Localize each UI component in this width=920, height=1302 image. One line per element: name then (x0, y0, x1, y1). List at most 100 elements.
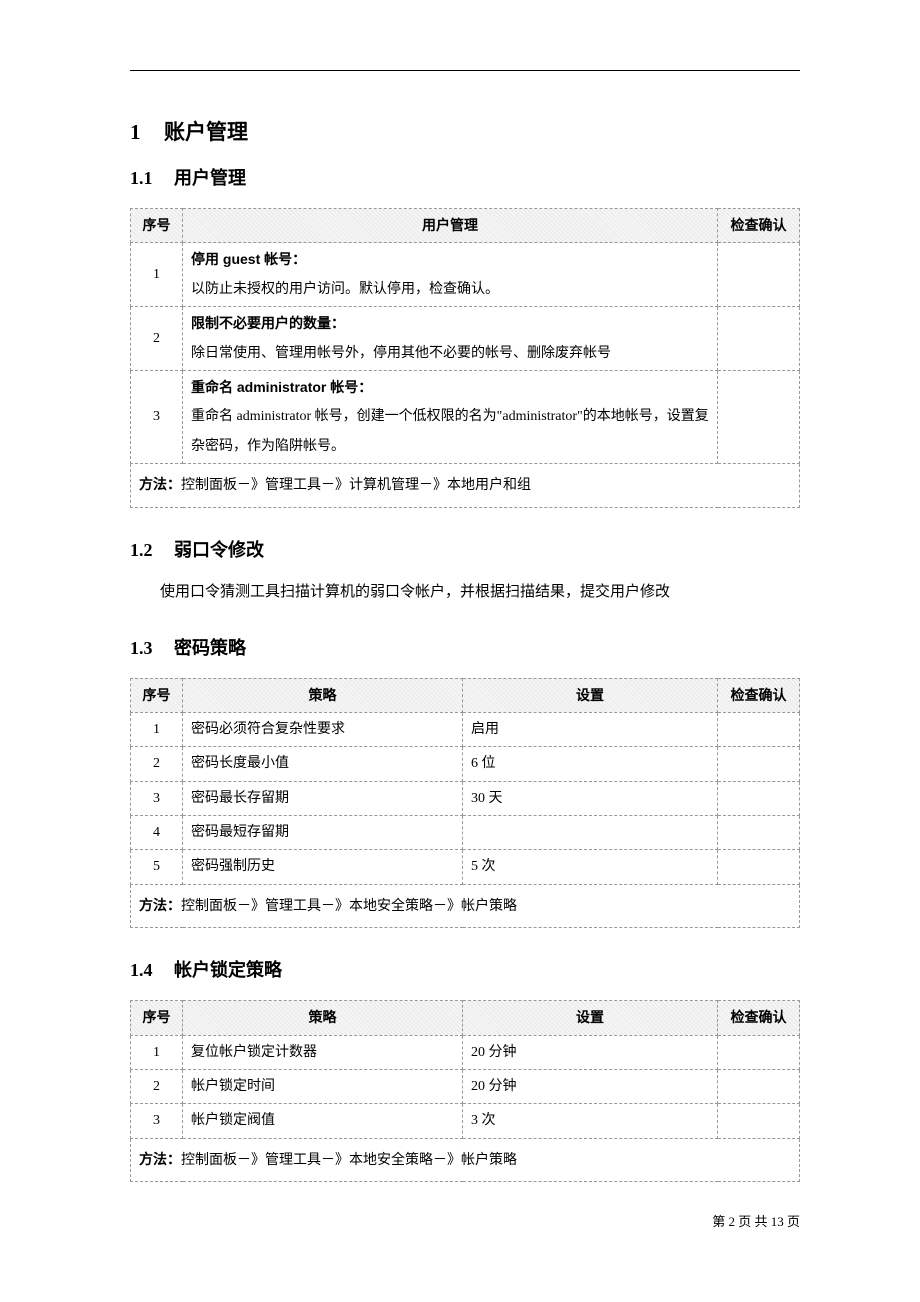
table-row: 1 停用 guest 帐号： 以防止未授权的用户访问。默认停用，检查确认。 (131, 243, 800, 307)
cell-setting: 启用 (463, 712, 718, 746)
method-text: 控制面板－》管理工具－》计算机管理－》本地用户和组 (181, 478, 531, 493)
cell-check (718, 1070, 800, 1104)
method-label: 方法： (139, 476, 181, 492)
heading-1-2-num: 1.2 (130, 540, 174, 561)
page-suffix: 页 (784, 1214, 800, 1229)
heading-1-1-title: 用户管理 (174, 168, 246, 188)
cell-setting: 3 次 (463, 1104, 718, 1138)
cell-check (718, 243, 800, 307)
th-setting: 设置 (463, 678, 718, 712)
method-text: 控制面板－》管理工具－》本地安全策略－》帐户策略 (181, 1153, 517, 1168)
page-number: 第 2 页 共 13 页 (712, 1211, 800, 1230)
heading-1-1: 1.1用户管理 (130, 164, 800, 190)
cell-check (718, 712, 800, 746)
cell-title: 停用 guest 帐号： (191, 245, 709, 274)
table-user-mgmt: 序号 用户管理 检查确认 1 停用 guest 帐号： 以防止未授权的用户访问。… (130, 208, 800, 508)
table-row: 3 重命名 administrator 帐号： 重命名 administrato… (131, 370, 800, 463)
cell-check (718, 850, 800, 884)
table-row: 2 限制不必要用户的数量： 除日常使用、管理用帐号外，停用其他不必要的帐号、删除… (131, 307, 800, 371)
cell-policy: 复位帐户锁定计数器 (183, 1035, 463, 1069)
cell-title: 重命名 administrator 帐号： (191, 373, 709, 402)
table-method-row: 方法：控制面板－》管理工具－》本地安全策略－》帐户策略 (131, 1138, 800, 1181)
cell-desc: 重命名 administrator 帐号： 重命名 administrator … (183, 370, 718, 463)
cell-check (718, 816, 800, 850)
heading-1-3-num: 1.3 (130, 638, 174, 659)
cell-no: 2 (131, 307, 183, 371)
heading-1-3: 1.3密码策略 (130, 634, 800, 660)
th-check: 检查确认 (718, 209, 800, 243)
cell-policy: 密码最长存留期 (183, 781, 463, 815)
heading-1-2: 1.2弱口令修改 (130, 536, 800, 562)
paragraph: 使用口令猜测工具扫描计算机的弱口令帐户，并根据扫描结果，提交用户修改 (130, 580, 800, 604)
cell-title: 限制不必要用户的数量： (191, 309, 709, 338)
cell-check (718, 307, 800, 371)
th-no: 序号 (131, 678, 183, 712)
cell-check (718, 1104, 800, 1138)
cell-check (718, 747, 800, 781)
table-header-row: 序号 策略 设置 检查确认 (131, 1001, 800, 1035)
heading-1-4-title: 帐户锁定策略 (174, 960, 282, 980)
method-label: 方法： (139, 1151, 181, 1167)
heading-1: 1账户管理 (130, 116, 800, 146)
table-method-row: 方法：控制面板－》管理工具－》本地安全策略－》帐户策略 (131, 884, 800, 927)
cell-policy: 密码长度最小值 (183, 747, 463, 781)
heading-1-4: 1.4帐户锁定策略 (130, 956, 800, 982)
table-method-row: 方法：控制面板－》管理工具－》计算机管理－》本地用户和组 (131, 464, 800, 507)
page-mid: 页 共 (735, 1214, 771, 1229)
page-total: 13 (771, 1214, 784, 1229)
table-password-policy: 序号 策略 设置 检查确认 1密码必须符合复杂性要求启用 2密码长度最小值6 位… (130, 678, 800, 929)
table-row: 1密码必须符合复杂性要求启用 (131, 712, 800, 746)
table-header-row: 序号 策略 设置 检查确认 (131, 678, 800, 712)
cell-text: 重命名 administrator 帐号，创建一个低权限的名为"administ… (191, 402, 709, 461)
cell-method: 方法：控制面板－》管理工具－》本地安全策略－》帐户策略 (131, 884, 800, 927)
table-header-row: 序号 用户管理 检查确认 (131, 209, 800, 243)
table-row: 3密码最长存留期30 天 (131, 781, 800, 815)
th-policy: 策略 (183, 1001, 463, 1035)
cell-no: 1 (131, 243, 183, 307)
cell-method: 方法：控制面板－》管理工具－》本地安全策略－》帐户策略 (131, 1138, 800, 1181)
cell-setting: 20 分钟 (463, 1035, 718, 1069)
th-setting: 设置 (463, 1001, 718, 1035)
method-label: 方法： (139, 897, 181, 913)
table-row: 1复位帐户锁定计数器20 分钟 (131, 1035, 800, 1069)
cell-setting: 6 位 (463, 747, 718, 781)
cell-policy: 帐户锁定阀值 (183, 1104, 463, 1138)
header-rule (130, 70, 800, 71)
page: 1账户管理 1.1用户管理 序号 用户管理 检查确认 1 停用 guest 帐号… (0, 0, 920, 1302)
cell-check (718, 370, 800, 463)
cell-policy: 密码必须符合复杂性要求 (183, 712, 463, 746)
cell-policy: 帐户锁定时间 (183, 1070, 463, 1104)
cell-no: 3 (131, 781, 183, 815)
heading-1-1-num: 1.1 (130, 168, 174, 189)
heading-1-title: 账户管理 (164, 121, 248, 144)
heading-1-2-title: 弱口令修改 (174, 540, 264, 560)
cell-check (718, 1035, 800, 1069)
th-check: 检查确认 (718, 1001, 800, 1035)
cell-no: 2 (131, 1070, 183, 1104)
heading-1-num: 1 (130, 120, 164, 145)
th-no: 序号 (131, 209, 183, 243)
table-row: 2帐户锁定时间20 分钟 (131, 1070, 800, 1104)
cell-policy: 密码强制历史 (183, 850, 463, 884)
cell-no: 1 (131, 712, 183, 746)
cell-check (718, 781, 800, 815)
cell-text: 除日常使用、管理用帐号外，停用其他不必要的帐号、删除废弃帐号 (191, 339, 709, 368)
cell-setting: 5 次 (463, 850, 718, 884)
th-policy: 策略 (183, 678, 463, 712)
cell-desc: 停用 guest 帐号： 以防止未授权的用户访问。默认停用，检查确认。 (183, 243, 718, 307)
cell-method: 方法：控制面板－》管理工具－》计算机管理－》本地用户和组 (131, 464, 800, 507)
cell-setting (463, 816, 718, 850)
heading-1-3-title: 密码策略 (174, 638, 246, 658)
th-no: 序号 (131, 1001, 183, 1035)
table-row: 4密码最短存留期 (131, 816, 800, 850)
th-check: 检查确认 (718, 678, 800, 712)
cell-no: 4 (131, 816, 183, 850)
table-lockout-policy: 序号 策略 设置 检查确认 1复位帐户锁定计数器20 分钟 2帐户锁定时间20 … (130, 1000, 800, 1182)
cell-no: 5 (131, 850, 183, 884)
table-row: 2密码长度最小值6 位 (131, 747, 800, 781)
cell-text: 以防止未授权的用户访问。默认停用，检查确认。 (191, 275, 709, 304)
method-text: 控制面板－》管理工具－》本地安全策略－》帐户策略 (181, 899, 517, 914)
cell-no: 3 (131, 1104, 183, 1138)
table-row: 5密码强制历史5 次 (131, 850, 800, 884)
cell-no: 3 (131, 370, 183, 463)
